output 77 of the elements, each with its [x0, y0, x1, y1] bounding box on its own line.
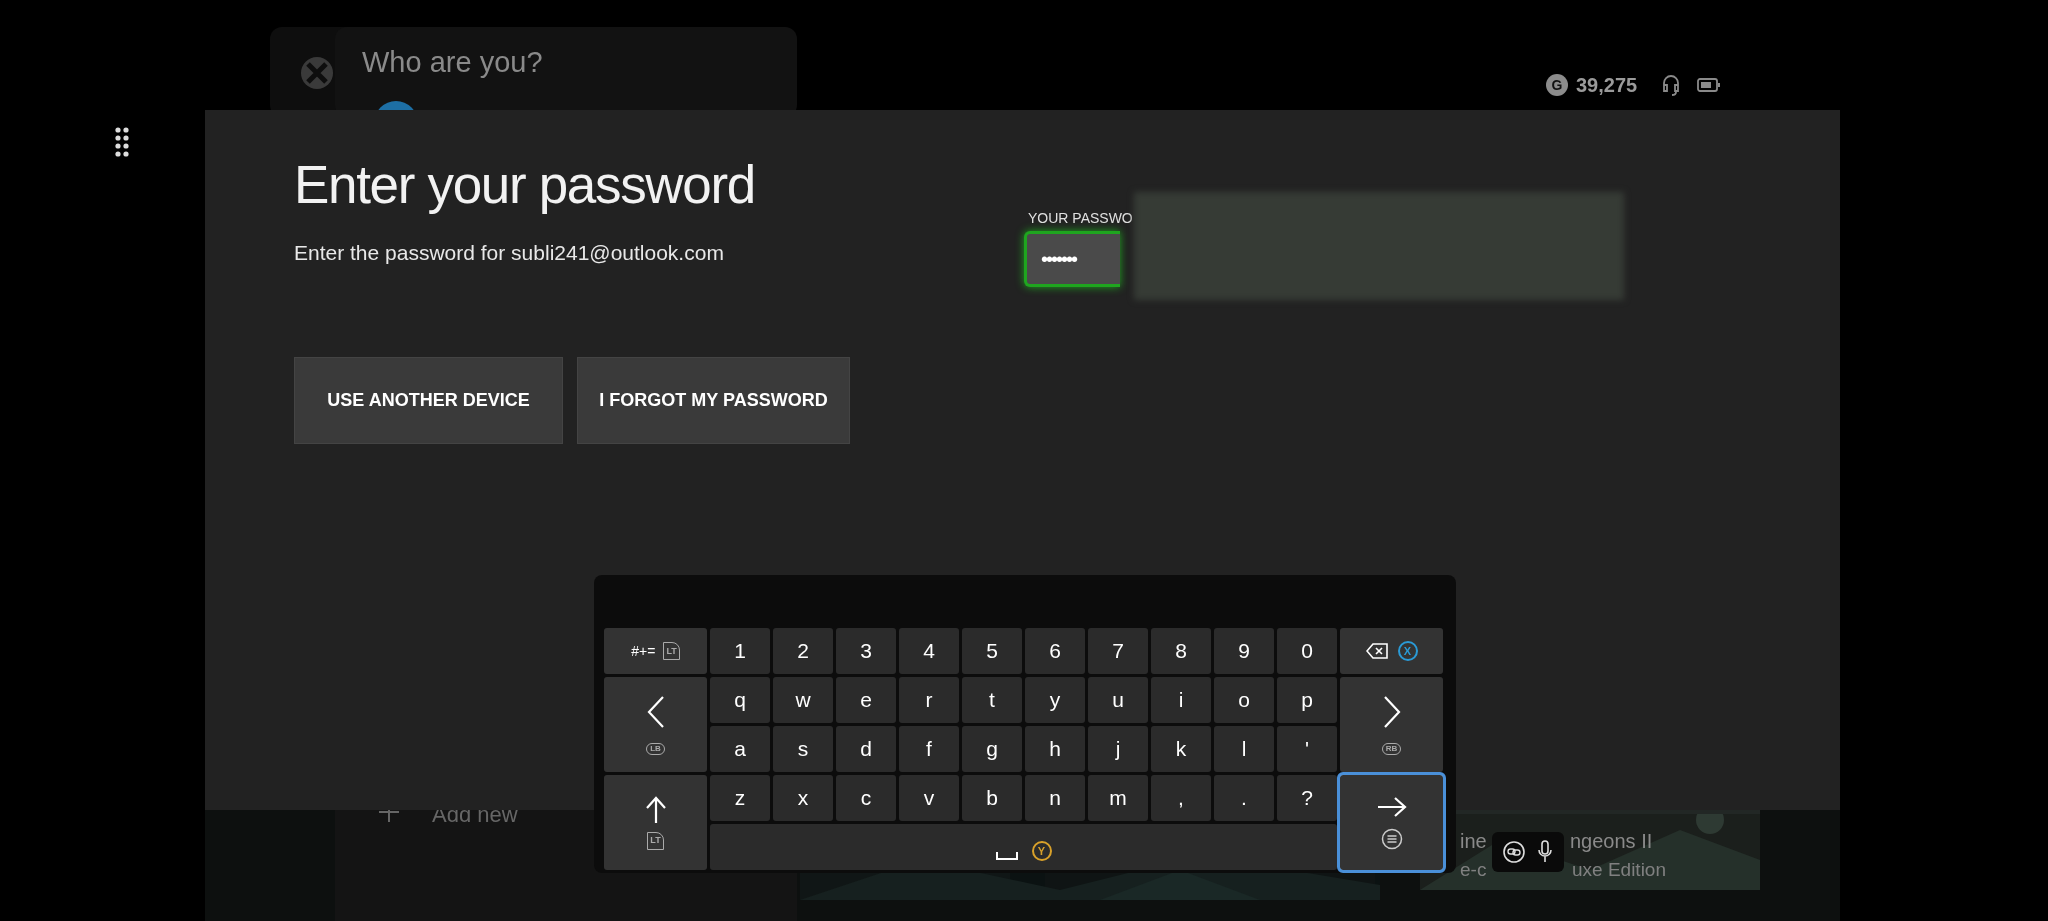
key[interactable]: 7	[1088, 628, 1148, 674]
backspace-icon	[1365, 643, 1388, 659]
action-button[interactable]: I FORGOT MY PASSWORD	[577, 356, 850, 444]
password-field[interactable]: •••••••	[1024, 231, 1120, 287]
key[interactable]: o	[1214, 677, 1274, 723]
game-subtitle-fragment: e-c	[1460, 858, 1487, 882]
key[interactable]: x	[773, 775, 833, 821]
key[interactable]: z	[710, 775, 770, 821]
battery-icon[interactable]	[1697, 77, 1722, 93]
key[interactable]: r	[899, 677, 959, 723]
chevron-right-icon	[1381, 694, 1402, 729]
key[interactable]: q	[710, 677, 770, 723]
arrow-right-icon	[1376, 795, 1407, 818]
key[interactable]: s	[773, 726, 833, 772]
key[interactable]: g	[962, 726, 1022, 772]
button-hint: LT	[647, 831, 664, 850]
microphone-icon[interactable]	[1537, 840, 1553, 864]
link-icon[interactable]	[1503, 841, 1525, 863]
password-value: •••••••	[1041, 247, 1076, 272]
right-key[interactable]: RB	[1340, 677, 1443, 772]
arrow-up-icon	[644, 795, 667, 824]
game-subtitle-fragment: uxe Edition	[1572, 858, 1666, 882]
space-icon	[995, 852, 1018, 860]
key[interactable]: ,	[1151, 775, 1211, 821]
key[interactable]: t	[962, 677, 1022, 723]
key[interactable]: u	[1088, 677, 1148, 723]
button-hint: X	[1397, 641, 1418, 661]
key[interactable]: 8	[1151, 628, 1211, 674]
key[interactable]: 5	[962, 628, 1022, 674]
backspace-key[interactable]: X	[1340, 628, 1443, 674]
key[interactable]: 9	[1214, 628, 1274, 674]
key-label: #+=	[631, 641, 656, 661]
key[interactable]: 2	[773, 628, 833, 674]
key[interactable]: j	[1088, 726, 1148, 772]
game-title-fragment: ine	[1460, 829, 1487, 854]
key[interactable]: 3	[836, 628, 896, 674]
symbols-key[interactable]: #+= LT	[604, 628, 707, 674]
action-button[interactable]: USE ANOTHER DEVICE	[294, 356, 563, 444]
key[interactable]: .	[1214, 775, 1274, 821]
key[interactable]: h	[1025, 726, 1085, 772]
dialog-subtitle: Enter the password for subli241@outlook.com	[294, 240, 725, 266]
shift-key[interactable]: LT	[604, 775, 707, 870]
key[interactable]: v	[899, 775, 959, 821]
chevron-left-icon	[645, 694, 666, 729]
key[interactable]: a	[710, 726, 770, 772]
key[interactable]: n	[1025, 775, 1085, 821]
key[interactable]: c	[836, 775, 896, 821]
key[interactable]: b	[962, 775, 1022, 821]
key[interactable]: m	[1088, 775, 1148, 821]
key[interactable]: l	[1214, 726, 1274, 772]
key[interactable]: y	[1025, 677, 1085, 723]
button-hint: Y	[1031, 841, 1052, 861]
key[interactable]: 0	[1277, 628, 1337, 674]
game-title-fragment: ngeons II	[1570, 829, 1653, 854]
field-label: YOUR PASSWO	[1027, 209, 1133, 228]
gamerscore: 39,275	[1576, 73, 1638, 98]
button-hint: LT	[663, 642, 680, 660]
card-title: Who are you?	[362, 45, 543, 80]
key[interactable]: ?	[1277, 775, 1337, 821]
key[interactable]: i	[1151, 677, 1211, 723]
key[interactable]: f	[899, 726, 959, 772]
enter-key[interactable]	[1340, 775, 1443, 870]
left-key[interactable]: LB	[604, 677, 707, 772]
gamerscore-badge: G	[1546, 74, 1568, 96]
key[interactable]: '	[1277, 726, 1337, 772]
headset-icon[interactable]	[1661, 73, 1682, 97]
space-key[interactable]: Y	[710, 824, 1337, 870]
drag-handle-icon[interactable]	[115, 127, 129, 159]
key[interactable]: e	[836, 677, 896, 723]
menu-icon	[1380, 827, 1403, 850]
key[interactable]: 4	[899, 628, 959, 674]
key[interactable]: p	[1277, 677, 1337, 723]
key[interactable]: 1	[710, 628, 770, 674]
key[interactable]: k	[1151, 726, 1211, 772]
key[interactable]: d	[836, 726, 896, 772]
key[interactable]: 6	[1025, 628, 1085, 674]
key[interactable]: w	[773, 677, 833, 723]
